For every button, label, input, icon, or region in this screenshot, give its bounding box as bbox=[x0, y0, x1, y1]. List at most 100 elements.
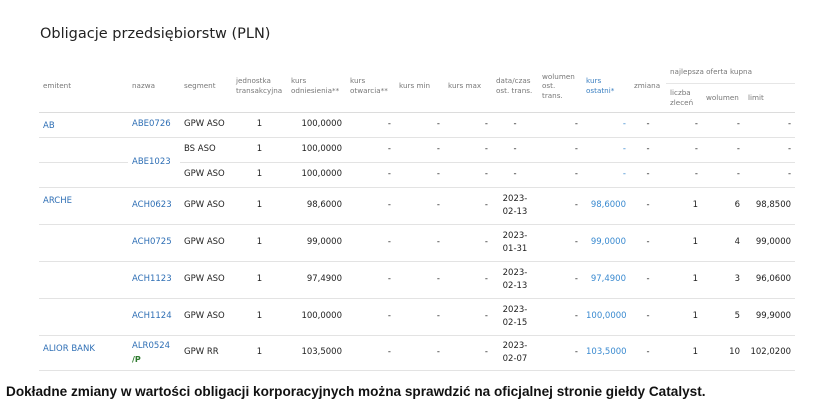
bond-name-link[interactable]: ALR0524 bbox=[132, 341, 170, 351]
col-kurs-odniesienia[interactable]: kurs odniesienia** bbox=[287, 60, 346, 112]
max-price-cell: - bbox=[444, 298, 492, 336]
last-trade-date-cell: - bbox=[492, 137, 538, 163]
last-trade-date-cell: 2023- 02-13 bbox=[492, 261, 538, 299]
max-price-cell: - bbox=[444, 112, 492, 138]
max-price-cell: - bbox=[444, 137, 492, 163]
last-trade-date-cell: 2023- 02-13 bbox=[492, 187, 538, 225]
emitent-empty bbox=[39, 261, 128, 299]
reference-price-cell: 100,0000 bbox=[287, 112, 346, 138]
order-count-cell: - bbox=[666, 162, 702, 188]
footer-note: Dokładne zmiany w wartości obligacji kor… bbox=[6, 384, 706, 399]
max-price-cell: - bbox=[444, 261, 492, 299]
unit-cell: 1 bbox=[232, 335, 287, 371]
unit-cell: 1 bbox=[232, 137, 287, 163]
change-cell: - bbox=[630, 162, 666, 188]
col-wolumen-ost[interactable]: wolumen ost. trans. bbox=[538, 60, 582, 112]
segment-cell: GPW ASO bbox=[180, 112, 232, 138]
last-trade-date-cell: 2023- 02-15 bbox=[492, 298, 538, 336]
bond-name-link[interactable]: ABE1023 bbox=[128, 137, 180, 188]
last-volume-cell: - bbox=[538, 187, 582, 225]
bond-name-link[interactable]: ACH0725 bbox=[128, 224, 180, 262]
min-price-cell: - bbox=[395, 162, 444, 188]
bond-name-cell[interactable]: ALR0524/P bbox=[128, 335, 180, 371]
min-price-cell: - bbox=[395, 335, 444, 371]
last-price-cell: 97,4900 bbox=[582, 261, 630, 299]
last-price-cell: - bbox=[582, 162, 630, 188]
col-limit[interactable]: limit bbox=[744, 82, 796, 112]
min-price-cell: - bbox=[395, 261, 444, 299]
limit-cell: 96,0600 bbox=[744, 261, 796, 299]
col-kurs-max[interactable]: kurs max bbox=[444, 60, 492, 112]
change-cell: - bbox=[630, 224, 666, 262]
last-volume-cell: - bbox=[538, 137, 582, 163]
bid-volume-cell: 6 bbox=[702, 187, 744, 225]
table-row: ARCHE ACH0623 GPW ASO 1 98,6000 - - - 20… bbox=[39, 187, 796, 225]
order-count-cell: 1 bbox=[666, 335, 702, 371]
bond-tag: /P bbox=[132, 354, 141, 364]
last-volume-cell: - bbox=[538, 298, 582, 336]
change-cell: - bbox=[630, 261, 666, 299]
order-count-cell: 1 bbox=[666, 224, 702, 262]
reference-price-cell: 100,0000 bbox=[287, 298, 346, 336]
unit-cell: 1 bbox=[232, 112, 287, 138]
col-kurs-otwarcia[interactable]: kurs otwarcia** bbox=[346, 60, 395, 112]
bond-name-link[interactable]: ACH0623 bbox=[128, 187, 180, 225]
unit-cell: 1 bbox=[232, 162, 287, 188]
segment-cell: GPW ASO bbox=[180, 298, 232, 336]
order-count-cell: 1 bbox=[666, 298, 702, 336]
reference-price-cell: 100,0000 bbox=[287, 137, 346, 163]
col-wolumen[interactable]: wolumen bbox=[702, 82, 744, 112]
emitent-link[interactable]: ALIOR BANK bbox=[39, 335, 128, 371]
open-price-cell: - bbox=[346, 137, 395, 163]
emitent-link[interactable]: AB bbox=[39, 112, 128, 138]
last-trade-date-cell: 2023- 02-07 bbox=[492, 335, 538, 371]
col-data-czas[interactable]: data/czas ost. trans. bbox=[492, 60, 538, 112]
bid-volume-cell: - bbox=[702, 137, 744, 163]
bond-name-link[interactable]: ACH1123 bbox=[128, 261, 180, 299]
col-nazwa[interactable]: nazwa bbox=[128, 60, 180, 112]
min-price-cell: - bbox=[395, 224, 444, 262]
segment-cell: GPW ASO bbox=[180, 224, 232, 262]
emitent-link[interactable]: ARCHE bbox=[39, 187, 128, 225]
bid-volume-cell: 4 bbox=[702, 224, 744, 262]
bond-name-link[interactable]: ACH1124 bbox=[128, 298, 180, 336]
col-jednostka[interactable]: jednostka transakcyjna bbox=[232, 60, 287, 112]
col-zmiana[interactable]: zmiana bbox=[630, 60, 666, 112]
last-price-cell: 98,6000 bbox=[582, 187, 630, 225]
open-price-cell: - bbox=[346, 187, 395, 225]
last-price-cell: - bbox=[582, 137, 630, 163]
limit-cell: - bbox=[744, 162, 796, 188]
table-row: ABE1023 BS ASO 1 100,0000 - - - - - - - … bbox=[39, 137, 796, 188]
change-cell: - bbox=[630, 335, 666, 371]
table-row: ALIOR BANK ALR0524/P GPW RR 1 103,5000 -… bbox=[39, 335, 796, 371]
col-segment[interactable]: segment bbox=[180, 60, 232, 112]
limit-cell: 99,9000 bbox=[744, 298, 796, 336]
col-liczba-zlecen[interactable]: liczba zleceń bbox=[666, 82, 702, 112]
min-price-cell: - bbox=[395, 137, 444, 163]
unit-cell: 1 bbox=[232, 224, 287, 262]
change-cell: - bbox=[630, 112, 666, 138]
last-trade-date-cell: - bbox=[492, 112, 538, 138]
open-price-cell: - bbox=[346, 162, 395, 188]
table-row: ACH1124 GPW ASO 1 100,0000 - - - 2023- 02… bbox=[39, 298, 796, 336]
reference-price-cell: 103,5000 bbox=[287, 335, 346, 371]
col-kurs-ostatni[interactable]: kurs ostatni* bbox=[582, 60, 630, 112]
last-price-cell: - bbox=[582, 112, 630, 138]
emitent-empty bbox=[39, 162, 128, 188]
max-price-cell: - bbox=[444, 187, 492, 225]
limit-cell: - bbox=[744, 137, 796, 163]
col-group-najlepsza-oferta: najlepsza oferta kupna bbox=[670, 66, 752, 76]
segment-cell: BS ASO bbox=[180, 137, 232, 163]
unit-cell: 1 bbox=[232, 261, 287, 299]
last-trade-date-cell: - bbox=[492, 162, 538, 188]
bond-name-link[interactable]: ABE0726 bbox=[128, 112, 180, 138]
limit-cell: 99,0000 bbox=[744, 224, 796, 262]
col-kurs-min[interactable]: kurs min bbox=[395, 60, 444, 112]
min-price-cell: - bbox=[395, 187, 444, 225]
bid-volume-cell: - bbox=[702, 112, 744, 138]
segment-cell: GPW RR bbox=[180, 335, 232, 371]
segment-cell: GPW ASO bbox=[180, 162, 232, 188]
emitent-empty bbox=[39, 137, 128, 163]
col-emitent[interactable]: emitent bbox=[39, 60, 128, 112]
order-count-cell: 1 bbox=[666, 187, 702, 225]
